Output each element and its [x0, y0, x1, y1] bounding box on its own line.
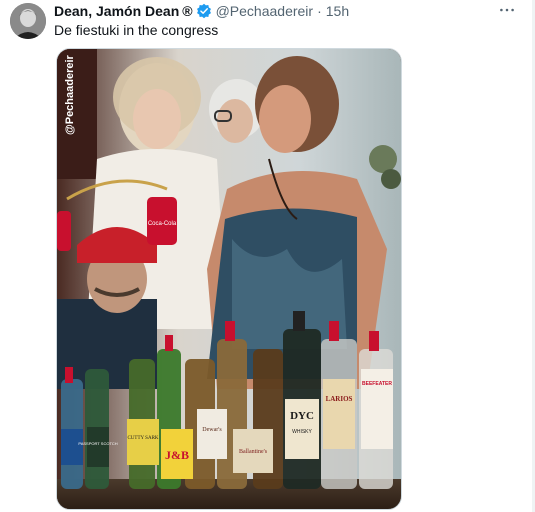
- coca-cola-label: Coca-Cola: [148, 221, 177, 227]
- author-name[interactable]: Dean, Jamón Dean: [54, 3, 179, 19]
- tweet[interactable]: Dean, Jamón Dean ® @Pechaadereir · 15h D…: [0, 0, 535, 512]
- beefeater-label: BEEFEATER: [362, 381, 392, 387]
- tweet-media-image[interactable]: Coca-Cola @Pechaadereir PASSPORT SCOTCH …: [56, 48, 402, 510]
- dyc-label: DYC: [290, 410, 314, 422]
- whisky-label: WHISKY: [292, 429, 312, 435]
- tweet-time[interactable]: 15h: [326, 3, 349, 19]
- avatar-image: [10, 3, 46, 39]
- tweet-header: Dean, Jamón Dean ® @Pechaadereir · 15h: [54, 2, 349, 20]
- meme-photo: Coca-Cola @Pechaadereir PASSPORT SCOTCH …: [57, 49, 401, 509]
- passport-label: PASSPORT SCOTCH: [78, 441, 117, 446]
- registered-mark: ®: [182, 3, 193, 19]
- avatar[interactable]: [10, 3, 46, 39]
- ballantines-label: Ballantine's: [239, 449, 268, 455]
- more-options-icon[interactable]: [497, 2, 517, 18]
- dewars-label: Dewar's: [202, 427, 222, 433]
- verified-badge-icon: [196, 3, 212, 19]
- cutty-sark-label: CUTTY SARK: [127, 436, 158, 441]
- jb-label: J&B: [165, 448, 189, 462]
- larios-label: LARIOS: [326, 395, 353, 403]
- separator-dot: ·: [317, 3, 322, 19]
- watermark: @Pechaadereir: [64, 54, 76, 135]
- author-handle[interactable]: @Pechaadereir: [216, 3, 314, 19]
- tweet-text: De fiestuki in the congress: [54, 22, 219, 38]
